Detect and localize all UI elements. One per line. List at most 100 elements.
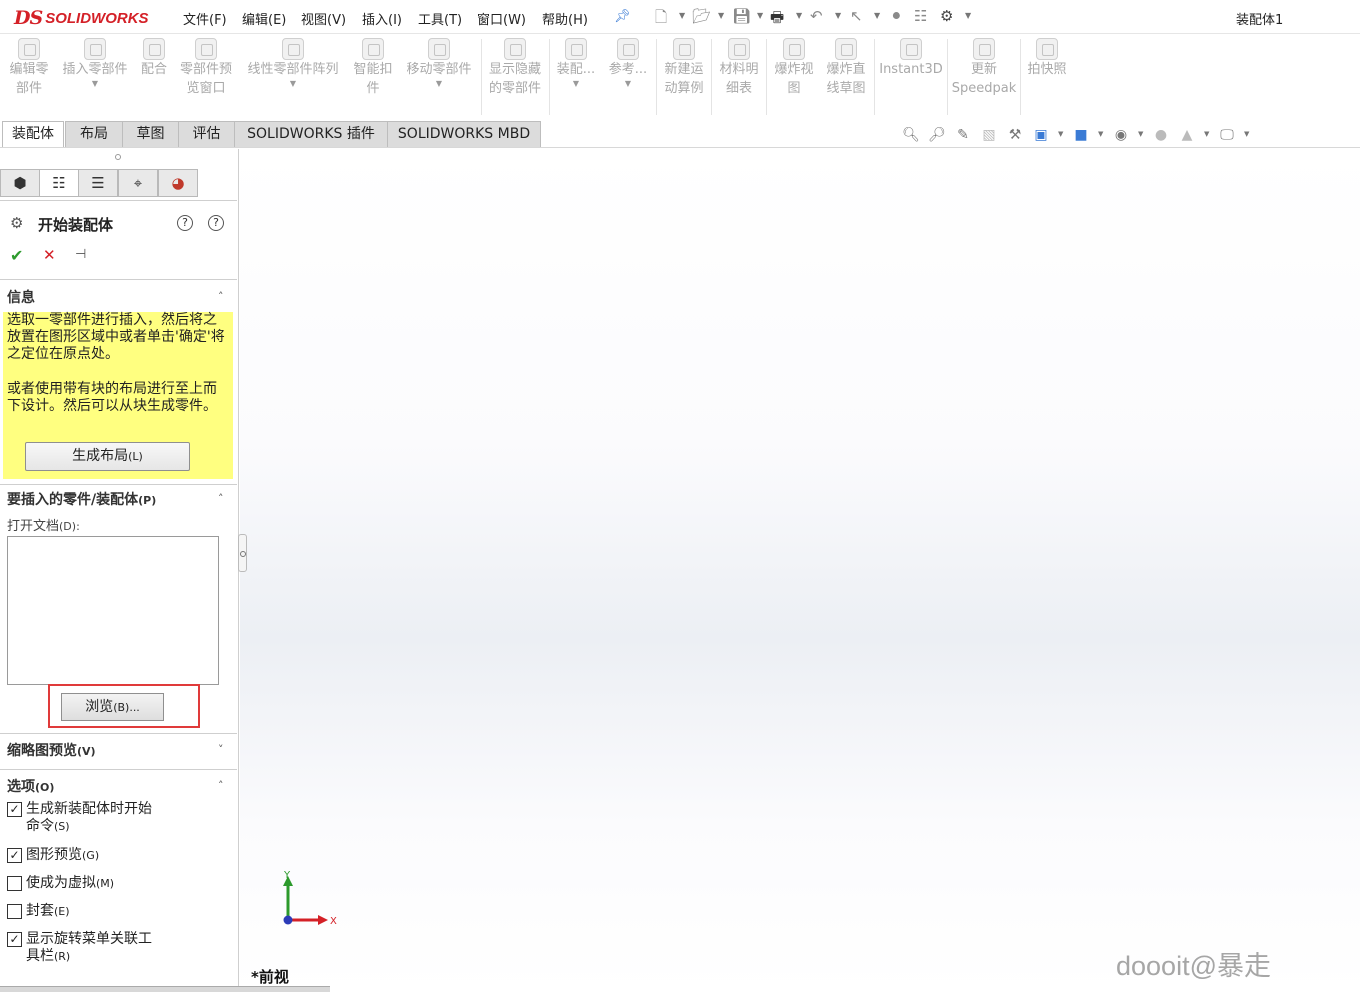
edit-appearance-icon[interactable]: ● bbox=[1152, 127, 1170, 143]
view-orientation-icon[interactable]: ▣ bbox=[1032, 127, 1050, 143]
panel-collapse-handle[interactable] bbox=[238, 534, 247, 572]
menu-help[interactable]: 帮助(H) bbox=[542, 9, 588, 28]
insert-components-button[interactable]: 插入零部件 ▼ bbox=[58, 38, 132, 89]
menu-file[interactable]: 文件(F) bbox=[183, 9, 227, 28]
take-snapshot-button[interactable]: 拍快照 bbox=[1024, 38, 1070, 79]
reference-geometry-dropdown-icon[interactable]: ▼ bbox=[605, 79, 651, 89]
start-command-checkbox[interactable]: ✓ bbox=[7, 802, 22, 817]
display-manager-tab-icon[interactable]: ◕ bbox=[158, 169, 198, 197]
chevron-up-icon[interactable]: ˄ bbox=[218, 290, 224, 303]
move-component-button[interactable]: 移动零部件 ▼ bbox=[402, 38, 476, 89]
menu-edit[interactable]: 编辑(E) bbox=[242, 9, 286, 28]
tab-layout[interactable]: 布局 bbox=[65, 121, 123, 147]
make-virtual-checkbox[interactable] bbox=[7, 876, 22, 891]
menu-window[interactable]: 窗口(W) bbox=[477, 9, 526, 28]
exploded-view-button[interactable]: 爆炸视 图 bbox=[770, 38, 818, 98]
option-envelope[interactable]: 封套(E) bbox=[7, 903, 70, 920]
bill-of-materials-button[interactable]: 材料明 细表 bbox=[715, 38, 763, 98]
tab-assembly[interactable]: 装配体 bbox=[2, 121, 64, 147]
pin-menu-icon[interactable]: 📌︎ bbox=[614, 9, 631, 24]
graphics-preview-checkbox[interactable]: ✓ bbox=[7, 848, 22, 863]
chevron-up-icon[interactable]: ˄ bbox=[218, 779, 224, 792]
open-document-icon[interactable]: 📂︎ bbox=[692, 7, 711, 25]
linear-component-pattern-button[interactable]: 线性零部件阵列 ▼ bbox=[242, 38, 344, 89]
show-hidden-components-button[interactable]: 显示隐藏 的零部件 bbox=[485, 38, 545, 98]
menu-tools[interactable]: 工具(T) bbox=[418, 9, 462, 28]
help-icon[interactable]: ? bbox=[208, 215, 224, 231]
display-style-icon[interactable]: ■ bbox=[1072, 127, 1090, 143]
thumbnail-preview-section-title[interactable]: 缩略图预览(V) bbox=[7, 740, 96, 760]
previous-view-icon[interactable]: ✎ bbox=[954, 127, 972, 143]
tab-solidworks-mbd[interactable]: SOLIDWORKS MBD bbox=[387, 121, 541, 147]
solidworks-logo[interactable]: DS SOLIDWORKS bbox=[14, 6, 149, 30]
instant3d-button[interactable]: Instant3D bbox=[878, 38, 944, 79]
move-component-dropdown-icon[interactable]: ▼ bbox=[402, 79, 476, 89]
update-speedpak-button[interactable]: 更新 Speedpak bbox=[951, 38, 1017, 98]
assembly-features-dropdown-icon[interactable]: ▼ bbox=[553, 79, 599, 89]
whats-new-help-icon[interactable]: ? bbox=[177, 215, 193, 231]
view-orientation-dropdown-icon[interactable]: ▼ bbox=[1058, 130, 1063, 138]
option-start-command[interactable]: ✓ 生成新装配体时开始 命令(S) bbox=[7, 801, 152, 835]
options-dropdown-icon[interactable]: ▼ bbox=[965, 11, 971, 20]
undo-icon[interactable]: ↶ bbox=[810, 7, 823, 25]
menu-insert[interactable]: 插入(I) bbox=[362, 9, 402, 28]
chevron-down-icon[interactable]: ˅ bbox=[218, 743, 224, 756]
apply-scene-dropdown-icon[interactable]: ▼ bbox=[1204, 130, 1209, 138]
option-graphics-preview[interactable]: ✓ 图形预览(G) bbox=[7, 847, 99, 864]
tab-solidworks-addins[interactable]: SOLIDWORKS 插件 bbox=[234, 121, 388, 147]
component-preview-window-button[interactable]: 零部件预 览窗口 bbox=[176, 38, 236, 98]
options-section-title[interactable]: 选项(O) bbox=[7, 776, 54, 796]
info-section-title[interactable]: 信息 bbox=[7, 287, 35, 307]
zoom-to-area-icon[interactable]: 🔎︎ bbox=[928, 127, 946, 143]
option-rotate-context-toolbar[interactable]: ✓ 显示旋转菜单关联工 具栏(R) bbox=[7, 931, 152, 965]
option-make-virtual[interactable]: 使成为虚拟(M) bbox=[7, 875, 114, 892]
reference-geometry-button[interactable]: 参考... ▼ bbox=[605, 38, 651, 89]
feature-manager-tab-icon[interactable]: ⬢ bbox=[0, 169, 40, 197]
rebuild-icon[interactable]: ⚫︎ bbox=[890, 7, 903, 25]
new-motion-study-button[interactable]: 新建运 动算例 bbox=[660, 38, 708, 98]
select-dropdown-icon[interactable]: ▼ bbox=[874, 11, 880, 20]
chevron-up-icon[interactable]: ˄ bbox=[218, 492, 224, 505]
insert-components-dropdown-icon[interactable]: ▼ bbox=[58, 79, 132, 89]
graphics-area[interactable] bbox=[240, 149, 1360, 992]
print-icon[interactable]: 🖶 bbox=[770, 7, 784, 32]
cancel-x-icon[interactable]: ✕ bbox=[43, 246, 56, 264]
view-settings-icon[interactable]: 🖵︎ bbox=[1218, 127, 1236, 143]
new-document-icon[interactable]: 🗋 bbox=[655, 7, 667, 32]
section-view-icon[interactable]: ▧ bbox=[980, 127, 998, 143]
configuration-manager-tab-icon[interactable]: ☰ bbox=[78, 169, 118, 197]
file-properties-icon[interactable]: ☷ bbox=[914, 7, 927, 25]
mate-button[interactable]: 配合 bbox=[136, 38, 172, 79]
hide-show-dropdown-icon[interactable]: ▼ bbox=[1138, 130, 1143, 138]
smart-fasteners-button[interactable]: 智能扣 件 bbox=[348, 38, 398, 98]
tab-sketch[interactable]: 草图 bbox=[122, 121, 179, 147]
save-dropdown-icon[interactable]: ▼ bbox=[757, 11, 763, 20]
explode-line-sketch-button[interactable]: 爆炸直 线草图 bbox=[822, 38, 870, 98]
property-manager-tab-icon[interactable]: ☷ bbox=[39, 169, 79, 197]
dimxpert-manager-tab-icon[interactable]: ⌖ bbox=[118, 169, 158, 197]
zoom-to-fit-icon[interactable]: 🔍︎ bbox=[902, 127, 920, 143]
undo-dropdown-icon[interactable]: ▼ bbox=[835, 11, 841, 20]
bottom-model-tabs[interactable] bbox=[0, 986, 330, 992]
hide-show-items-icon[interactable]: ◉ bbox=[1112, 127, 1130, 143]
select-pointer-icon[interactable]: ↖ bbox=[850, 7, 863, 25]
create-layout-button[interactable]: 生成布局(L) bbox=[25, 442, 190, 471]
linear-pattern-dropdown-icon[interactable]: ▼ bbox=[242, 79, 344, 89]
panel-grip-handle[interactable] bbox=[115, 154, 121, 160]
apply-scene-icon[interactable]: ▲ bbox=[1178, 127, 1196, 143]
rotate-context-toolbar-checkbox[interactable]: ✓ bbox=[7, 932, 22, 947]
save-icon[interactable]: 💾︎ bbox=[732, 7, 751, 25]
menu-view[interactable]: 视图(V) bbox=[301, 9, 346, 28]
dynamic-annotation-icon[interactable]: ⚒ bbox=[1006, 127, 1024, 143]
print-dropdown-icon[interactable]: ▼ bbox=[796, 11, 802, 20]
keep-visible-pushpin-icon[interactable]: ⊣ bbox=[75, 247, 86, 262]
part-assembly-to-insert-section-title[interactable]: 要插入的零件/装配体(P) bbox=[7, 489, 156, 509]
browse-button[interactable]: 浏览(B)... bbox=[61, 693, 164, 721]
options-gear-icon[interactable]: ⚙︎ bbox=[940, 7, 953, 25]
display-style-dropdown-icon[interactable]: ▼ bbox=[1098, 130, 1103, 138]
assembly-features-button[interactable]: 装配... ▼ bbox=[553, 38, 599, 89]
view-settings-dropdown-icon[interactable]: ▼ bbox=[1244, 130, 1249, 138]
new-dropdown-icon[interactable]: ▼ bbox=[679, 11, 685, 20]
envelope-checkbox[interactable] bbox=[7, 904, 22, 919]
open-documents-list[interactable] bbox=[7, 536, 219, 685]
